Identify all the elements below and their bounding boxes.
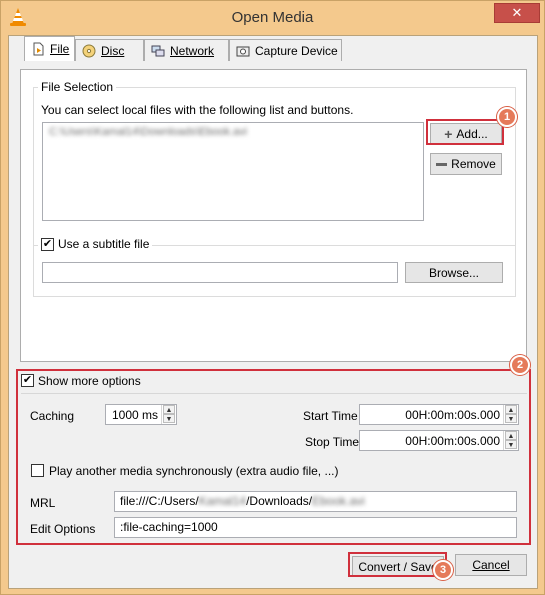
- tab-capture-device[interactable]: Capture Device: [229, 39, 342, 61]
- cancel-button[interactable]: Cancel: [455, 554, 527, 576]
- browse-button[interactable]: Browse...: [405, 262, 503, 283]
- disc-icon: [82, 44, 96, 57]
- tab-file[interactable]: File: [24, 36, 75, 61]
- tab-network-label: Network: [170, 43, 215, 58]
- network-icon: [151, 45, 165, 56]
- play-another-checkbox[interactable]: [31, 464, 44, 477]
- start-time-label: Start Time: [303, 409, 358, 423]
- tab-network[interactable]: Network: [144, 39, 229, 61]
- file-list[interactable]: C:\Users\Kamal14\Downloads\Ebook.avi: [42, 122, 424, 221]
- options-divider: [21, 393, 527, 394]
- step-badge-1: 1: [497, 107, 517, 127]
- open-media-window: Open Media ✕ File Disc Network Capture D…: [0, 0, 545, 595]
- stop-time-value: 00H:00m:00s.000: [405, 434, 500, 448]
- mrl-file: Ebook.avi: [312, 494, 365, 508]
- show-more-options-checkbox[interactable]: ✔: [21, 374, 34, 387]
- play-another-label[interactable]: Play another media synchronously (extra …: [49, 464, 338, 478]
- start-time-spinbox[interactable]: 00H:00m:00s.000 ▲ ▼: [359, 404, 519, 425]
- caching-stepper[interactable]: ▲ ▼: [161, 405, 176, 424]
- minus-icon: [436, 162, 448, 166]
- tab-disc[interactable]: Disc: [75, 39, 144, 61]
- window-title: Open Media: [231, 9, 314, 26]
- file-selection-hint: You can select local files with the foll…: [41, 103, 354, 117]
- subtitle-legend: ✔ Use a subtitle file: [38, 237, 153, 251]
- tab-capture-device-label: Capture Device: [255, 43, 338, 58]
- spin-down-icon[interactable]: ▼: [505, 440, 517, 449]
- mrl-prefix: file:///C:/Users/: [120, 494, 199, 508]
- step-badge-2: 2: [510, 355, 530, 375]
- edit-options-input[interactable]: :file-caching=1000: [114, 517, 517, 538]
- file-list-item[interactable]: C:\Users\Kamal14\Downloads\Ebook.avi: [49, 126, 417, 138]
- edit-options-label: Edit Options: [30, 522, 96, 536]
- caching-spinbox[interactable]: 1000 ms ▲ ▼: [105, 404, 177, 425]
- mrl-field[interactable]: file:///C:/Users/Kamal14/Downloads/Ebook…: [114, 491, 517, 512]
- spin-up-icon[interactable]: ▲: [505, 405, 517, 414]
- show-more-options-label[interactable]: Show more options: [38, 374, 141, 388]
- subtitle-checkbox-label[interactable]: Use a subtitle file: [58, 237, 149, 251]
- stop-time-stepper[interactable]: ▲ ▼: [503, 431, 518, 450]
- highlight-convert-save: [348, 552, 447, 577]
- dialog-body: File Disc Network Capture Device File Se…: [8, 35, 538, 589]
- start-time-stepper[interactable]: ▲ ▼: [503, 405, 518, 424]
- subtitle-path-input[interactable]: [42, 262, 398, 283]
- stop-time-label: Stop Time: [305, 435, 360, 449]
- tab-file-label: File: [50, 42, 70, 56]
- start-time-value: 00H:00m:00s.000: [405, 408, 500, 422]
- stop-time-spinbox[interactable]: 00H:00m:00s.000 ▲ ▼: [359, 430, 519, 451]
- tab-disc-label: Disc: [101, 43, 125, 58]
- file-icon: [33, 42, 44, 56]
- remove-button[interactable]: Remove: [430, 153, 502, 175]
- close-icon: ✕: [511, 5, 523, 20]
- close-button[interactable]: ✕: [494, 3, 540, 23]
- spin-down-icon[interactable]: ▼: [163, 414, 175, 423]
- title-bar[interactable]: Open Media ✕: [1, 1, 544, 35]
- mrl-label: MRL: [30, 496, 56, 510]
- caching-label: Caching: [30, 409, 75, 423]
- remove-button-label: Remove: [451, 157, 496, 171]
- subtitle-checkbox[interactable]: ✔: [41, 237, 54, 251]
- spin-down-icon[interactable]: ▼: [505, 414, 517, 423]
- file-tab-panel: File Selection You can select local file…: [20, 69, 527, 362]
- spin-up-icon[interactable]: ▲: [163, 405, 175, 414]
- mrl-user: Kamal14: [198, 494, 247, 508]
- spin-up-icon[interactable]: ▲: [505, 431, 517, 440]
- caching-value: 1000 ms: [111, 408, 158, 422]
- step-badge-3: 3: [433, 560, 453, 580]
- highlight-add-button: [426, 119, 504, 145]
- mrl-mid: /Downloads/: [246, 494, 313, 508]
- capture-device-icon: [236, 46, 250, 56]
- file-selection-legend: File Selection: [38, 80, 117, 94]
